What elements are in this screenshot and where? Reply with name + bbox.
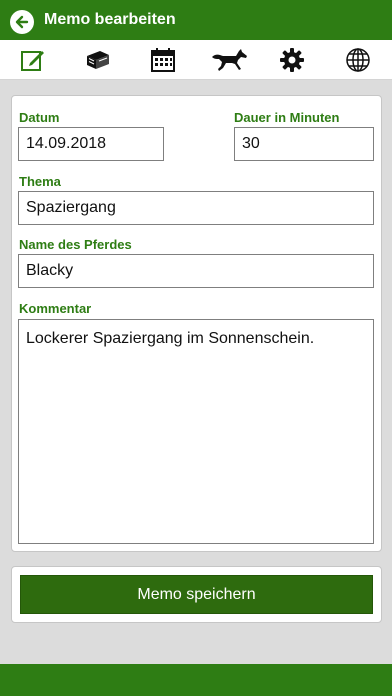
app-header: Memo bearbeiten <box>0 0 392 40</box>
toolbar-settings-button[interactable] <box>275 45 309 75</box>
calendar-icon <box>151 48 175 72</box>
gear-icon <box>280 48 304 72</box>
back-button[interactable] <box>10 10 34 34</box>
horse-icon <box>212 49 247 71</box>
arrow-left-icon <box>15 15 29 29</box>
topic-field[interactable]: Spaziergang <box>18 191 374 225</box>
toolbar <box>0 40 392 80</box>
comment-textarea[interactable]: Lockerer Spaziergang im Sonnenschein. <box>18 319 374 544</box>
toolbar-calendar-button[interactable] <box>146 45 180 75</box>
save-memo-button[interactable]: Memo speichern <box>20 575 373 614</box>
bottom-bar <box>0 664 392 696</box>
memo-form: Datum 14.09.2018 Dauer in Minuten 30 The… <box>11 95 382 552</box>
duration-field[interactable]: 30 <box>234 127 374 161</box>
edit-icon <box>21 51 44 71</box>
duration-label: Dauer in Minuten <box>234 110 340 125</box>
topic-label: Thema <box>19 174 61 189</box>
toolbar-horse-button[interactable] <box>210 45 250 75</box>
date-label: Datum <box>19 110 60 125</box>
horse-name-field[interactable]: Blacky <box>18 254 374 288</box>
page-title: Memo bearbeiten <box>44 11 176 28</box>
toolbar-edit-button[interactable] <box>16 45 50 75</box>
date-field[interactable]: 14.09.2018 <box>18 127 164 161</box>
toolbar-finance-button[interactable] <box>81 45 115 75</box>
toolbar-language-button[interactable] <box>341 45 375 75</box>
money-icon <box>87 51 109 69</box>
horse-name-label: Name des Pferdes <box>19 237 132 252</box>
comment-label: Kommentar <box>19 301 92 316</box>
globe-icon <box>346 48 370 72</box>
save-panel: Memo speichern <box>11 566 382 623</box>
